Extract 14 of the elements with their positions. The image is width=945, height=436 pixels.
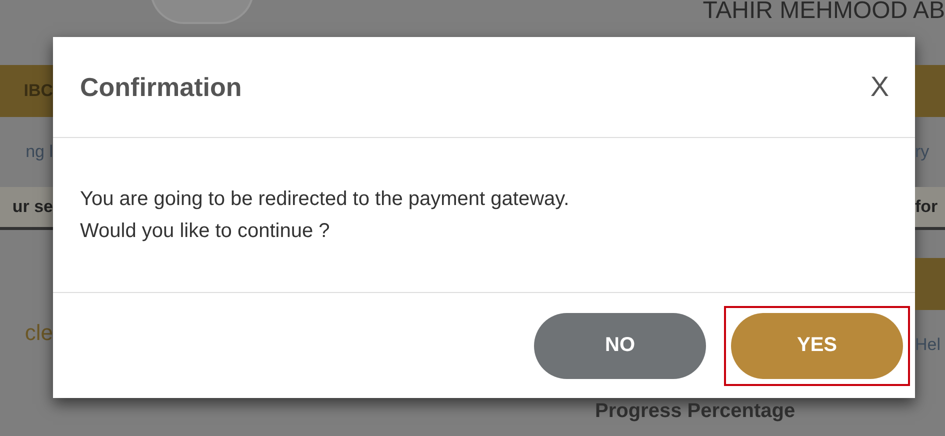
progress-label: Progress Percentage bbox=[595, 400, 796, 424]
user-name: TAHIR MEHMOOD AB bbox=[702, 0, 945, 22]
dialog-message: Would you like to continue ? bbox=[80, 220, 331, 242]
confirm-button[interactable]: YES bbox=[731, 312, 903, 378]
dialog-message: You are going to be redirected to the payment gateway. bbox=[80, 188, 570, 210]
dialog-title: Confirmation bbox=[80, 72, 242, 102]
header-band bbox=[915, 258, 945, 310]
tab-fragment[interactable]: for bbox=[915, 187, 945, 230]
text-fragment: Hel bbox=[915, 334, 942, 356]
tab-fragment[interactable]: ur se bbox=[0, 187, 53, 230]
cancel-button[interactable]: NO bbox=[534, 312, 706, 378]
close-button[interactable]: X bbox=[870, 71, 889, 103]
header-band bbox=[915, 65, 945, 117]
text-fragment: ry bbox=[915, 141, 930, 163]
